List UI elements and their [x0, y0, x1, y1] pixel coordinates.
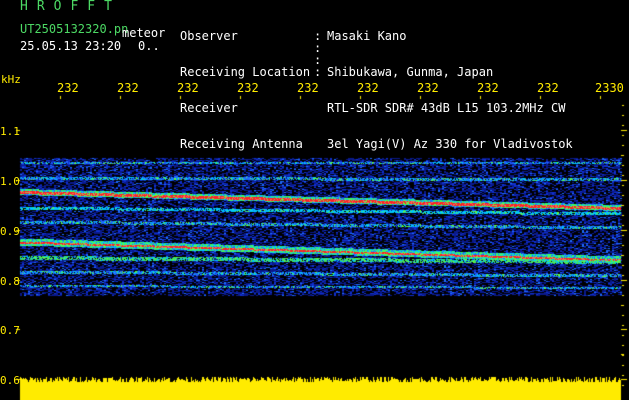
y-tick: 0.9 — [0, 225, 20, 238]
x-tick: 232 — [417, 81, 439, 95]
y-tick: 0.7 — [0, 324, 20, 337]
x-tick: 2330 — [595, 81, 624, 95]
filename-label: UT2505132320.pn — [20, 22, 129, 36]
x-tick: 232 — [477, 81, 499, 95]
counter-label: 0.. — [138, 39, 160, 53]
x-tick: 232 — [297, 81, 319, 95]
x-tick: 232 — [357, 81, 379, 95]
y-unit-label: kHz — [1, 73, 21, 86]
x-tick: 232 — [117, 81, 139, 95]
observer-label: Observer — [180, 29, 238, 43]
y-tick: 1.1 — [0, 125, 20, 138]
y-tick: 0.8 — [0, 275, 20, 288]
x-tick: 232 — [57, 81, 79, 95]
receiver-label: Receiver — [180, 101, 238, 115]
x-tick: 232 — [537, 81, 559, 95]
y-tick: 1.0 — [0, 175, 20, 188]
antenna-value: 3el Yagi(V) Az 330 for Vladivostok — [327, 137, 573, 151]
x-tick: 232 — [237, 81, 259, 95]
observer-value: Masaki Kano — [327, 29, 407, 43]
y-tick: 0.6 — [0, 374, 20, 387]
location-label: Receiving Location — [180, 65, 311, 79]
receiver-value: RTL-SDR SDR# 43dB L15 103.2MHz CW — [327, 101, 566, 115]
program-title: HROFFT — [20, 0, 121, 14]
antenna-label: Receiving Antenna — [180, 137, 303, 151]
location-value: Shibukawa, Gunma, Japan — [327, 65, 494, 79]
x-tick: 232 — [177, 81, 199, 95]
meteor-label: meteor — [122, 26, 166, 40]
datetime-label: 25.05.13 23:20 — [20, 39, 122, 53]
